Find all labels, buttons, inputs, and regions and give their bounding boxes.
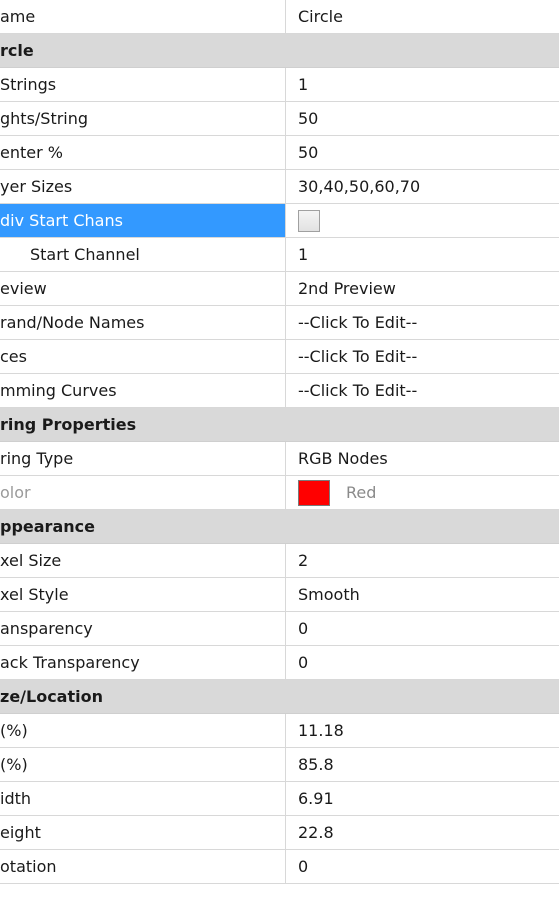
property-row-selected[interactable]: div Start Chans [0, 204, 559, 238]
property-name: (%) [0, 748, 286, 781]
property-value[interactable]: Red [286, 476, 559, 509]
property-name: (%) [0, 714, 286, 747]
property-name: mming Curves [0, 374, 286, 407]
property-value[interactable]: Smooth [286, 578, 559, 611]
property-value[interactable]: 6.91 [286, 782, 559, 815]
property-row[interactable]: otation 0 [0, 850, 559, 884]
property-row[interactable]: olor Red [0, 476, 559, 510]
color-swatch[interactable] [298, 479, 330, 506]
property-value[interactable]: 0 [286, 646, 559, 679]
property-row[interactable]: ring Type RGB Nodes [0, 442, 559, 476]
property-name: ack Transparency [0, 646, 286, 679]
property-row[interactable]: eight 22.8 [0, 816, 559, 850]
property-row[interactable]: yer Sizes 30,40,50,60,70 [0, 170, 559, 204]
property-value[interactable]: 30,40,50,60,70 [286, 170, 559, 203]
property-row[interactable]: idth 6.91 [0, 782, 559, 816]
property-value[interactable]: 2nd Preview [286, 272, 559, 305]
property-name: olor [0, 476, 286, 509]
property-row[interactable]: xel Style Smooth [0, 578, 559, 612]
property-value[interactable]: 50 [286, 136, 559, 169]
property-value[interactable]: 50 [286, 102, 559, 135]
property-name: div Start Chans [0, 204, 286, 237]
property-name: rand/Node Names [0, 306, 286, 339]
property-name: ghts/String [0, 102, 286, 135]
property-name: ring Type [0, 442, 286, 475]
property-name: xel Style [0, 578, 286, 611]
property-value[interactable] [286, 204, 559, 237]
property-row[interactable]: Start Channel 1 [0, 238, 559, 272]
section-title: ze/Location [0, 687, 103, 706]
property-row[interactable]: ack Transparency 0 [0, 646, 559, 680]
property-row[interactable]: ansparency 0 [0, 612, 559, 646]
section-header[interactable]: ring Properties [0, 408, 559, 442]
property-name: eight [0, 816, 286, 849]
property-value[interactable]: Circle [286, 0, 559, 33]
property-name: ces [0, 340, 286, 373]
property-value[interactable]: 0 [286, 850, 559, 883]
property-row[interactable]: enter % 50 [0, 136, 559, 170]
property-name: xel Size [0, 544, 286, 577]
property-row[interactable]: (%) 11.18 [0, 714, 559, 748]
property-row[interactable]: ghts/String 50 [0, 102, 559, 136]
property-row[interactable]: rand/Node Names --Click To Edit-- [0, 306, 559, 340]
property-value[interactable]: RGB Nodes [286, 442, 559, 475]
property-name: otation [0, 850, 286, 883]
property-value[interactable]: 1 [286, 68, 559, 101]
property-value[interactable]: --Click To Edit-- [286, 374, 559, 407]
property-name: eview [0, 272, 286, 305]
property-name: enter % [0, 136, 286, 169]
section-title: rcle [0, 41, 34, 60]
property-row[interactable]: xel Size 2 [0, 544, 559, 578]
property-name: Strings [0, 68, 286, 101]
section-header[interactable]: rcle [0, 34, 559, 68]
property-value[interactable]: --Click To Edit-- [286, 306, 559, 339]
property-value[interactable]: 11.18 [286, 714, 559, 747]
color-name: Red [346, 483, 377, 502]
checkbox[interactable] [298, 209, 320, 232]
property-name: idth [0, 782, 286, 815]
property-value[interactable]: 22.8 [286, 816, 559, 849]
property-value[interactable]: 0 [286, 612, 559, 645]
section-title: ppearance [0, 517, 95, 536]
property-row[interactable]: Strings 1 [0, 68, 559, 102]
property-row[interactable]: eview 2nd Preview [0, 272, 559, 306]
property-value[interactable]: 2 [286, 544, 559, 577]
property-name: yer Sizes [0, 170, 286, 203]
property-row[interactable]: ame Circle [0, 0, 559, 34]
property-row[interactable]: ces --Click To Edit-- [0, 340, 559, 374]
property-row[interactable]: (%) 85.8 [0, 748, 559, 782]
property-name: Start Channel [0, 238, 286, 271]
property-grid: ame Circle rcle Strings 1 ghts/String 50… [0, 0, 559, 923]
property-value[interactable]: --Click To Edit-- [286, 340, 559, 373]
property-value[interactable]: 85.8 [286, 748, 559, 781]
section-header[interactable]: ze/Location [0, 680, 559, 714]
property-value[interactable]: 1 [286, 238, 559, 271]
property-name: ansparency [0, 612, 286, 645]
section-title: ring Properties [0, 415, 137, 434]
section-header[interactable]: ppearance [0, 510, 559, 544]
property-name: ame [0, 0, 286, 33]
property-row[interactable]: mming Curves --Click To Edit-- [0, 374, 559, 408]
